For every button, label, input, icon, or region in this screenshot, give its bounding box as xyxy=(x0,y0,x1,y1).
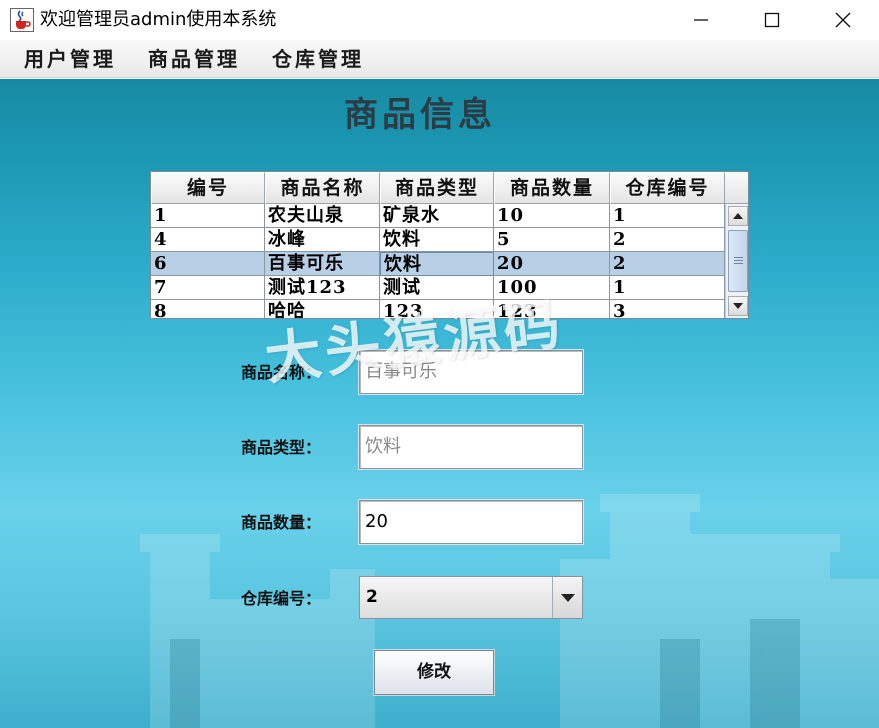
maximize-icon xyxy=(764,12,780,28)
table-cell[interactable]: 1 xyxy=(610,276,725,300)
table-cell-focused[interactable]: 饮料 xyxy=(380,252,494,276)
window-title: 欢迎管理员admin使用本系统 xyxy=(40,9,277,30)
table-cell[interactable]: 测试 xyxy=(380,276,494,300)
product-quantity-field[interactable]: 20 xyxy=(359,500,583,544)
scroll-up-button[interactable] xyxy=(728,206,748,226)
product-type-label: 商品类型： xyxy=(241,438,322,457)
title-bar: 欢迎管理员admin使用本系统 xyxy=(0,0,879,40)
menu-product-management[interactable]: 商品管理 xyxy=(148,46,240,72)
page-heading: 商品信息 xyxy=(344,95,496,135)
column-header-warehouse[interactable]: 仓库编号 xyxy=(610,172,725,204)
table-cell[interactable]: 1 xyxy=(151,204,265,228)
table-cell[interactable]: 冰峰 xyxy=(265,228,380,252)
menu-bar: 用户管理 商品管理 仓库管理 xyxy=(0,40,879,78)
table-cell[interactable]: 7 xyxy=(151,276,265,300)
table-cell[interactable]: 4 xyxy=(151,228,265,252)
table-cell[interactable]: 6 xyxy=(151,252,265,276)
maximize-button[interactable] xyxy=(742,0,802,40)
table-body: 1 农夫山泉 矿泉水 10 1 4 冰峰 饮料 5 2 6 百事可乐 饮料 20… xyxy=(151,204,725,318)
product-name-label: 商品名称： xyxy=(241,363,322,382)
close-button[interactable] xyxy=(813,0,873,40)
table-cell[interactable]: 8 xyxy=(151,300,265,318)
table-row-selected[interactable]: 6 百事可乐 饮料 20 2 xyxy=(151,252,725,276)
product-table: 编号 商品名称 商品类型 商品数量 仓库编号 1 农夫山泉 矿泉水 10 1 4… xyxy=(150,171,749,319)
table-header-corner xyxy=(725,172,748,204)
table-cell[interactable]: 百事可乐 xyxy=(265,252,380,276)
table-cell[interactable]: 测试123 xyxy=(265,276,380,300)
scroll-thumb[interactable] xyxy=(728,230,748,292)
table-row[interactable]: 8 哈哈 123 123 3 xyxy=(151,300,725,318)
column-header-id[interactable]: 编号 xyxy=(151,172,265,204)
modify-button[interactable]: 修改 xyxy=(374,650,494,695)
content-panel: 商品信息 编号 商品名称 商品类型 商品数量 仓库编号 1 农夫山泉 矿泉水 1… xyxy=(0,79,879,728)
menu-user-management[interactable]: 用户管理 xyxy=(24,46,116,72)
table-row[interactable]: 1 农夫山泉 矿泉水 10 1 xyxy=(151,204,725,228)
table-cell[interactable]: 3 xyxy=(610,300,725,318)
java-cup-icon xyxy=(10,8,34,32)
table-cell[interactable]: 饮料 xyxy=(380,228,494,252)
table-cell[interactable]: 5 xyxy=(494,228,610,252)
table-cell[interactable]: 123 xyxy=(494,300,610,318)
table-cell[interactable]: 20 xyxy=(494,252,610,276)
warehouse-id-value: 2 xyxy=(366,587,378,607)
menu-warehouse-management[interactable]: 仓库管理 xyxy=(272,46,364,72)
product-quantity-label: 商品数量： xyxy=(241,513,322,532)
product-type-field[interactable]: 饮料 xyxy=(359,425,583,469)
warehouse-id-label: 仓库编号： xyxy=(241,589,322,608)
table-cell[interactable]: 哈哈 xyxy=(265,300,380,318)
table-cell[interactable]: 100 xyxy=(494,276,610,300)
table-row[interactable]: 4 冰峰 饮料 5 2 xyxy=(151,228,725,252)
arrow-up-icon xyxy=(733,213,743,219)
column-header-type[interactable]: 商品类型 xyxy=(380,172,494,204)
column-header-quantity[interactable]: 商品数量 xyxy=(494,172,610,204)
warehouse-id-select[interactable]: 2 xyxy=(359,576,583,619)
chevron-down-icon xyxy=(560,593,575,602)
table-row[interactable]: 7 测试123 测试 100 1 xyxy=(151,276,725,300)
table-cell[interactable]: 2 xyxy=(610,252,725,276)
table-cell[interactable]: 2 xyxy=(610,228,725,252)
close-icon xyxy=(835,12,851,28)
table-header: 编号 商品名称 商品类型 商品数量 仓库编号 xyxy=(151,172,748,204)
table-cell[interactable]: 1 xyxy=(610,204,725,228)
dropdown-button[interactable] xyxy=(552,577,582,618)
minimize-icon xyxy=(694,19,708,21)
column-header-name[interactable]: 商品名称 xyxy=(265,172,380,204)
table-cell[interactable]: 10 xyxy=(494,204,610,228)
table-scrollbar[interactable] xyxy=(725,204,748,318)
scroll-down-button[interactable] xyxy=(728,296,748,316)
minimize-button[interactable] xyxy=(671,0,731,40)
product-name-field[interactable]: 百事可乐 xyxy=(359,350,583,394)
table-cell[interactable]: 123 xyxy=(380,300,494,318)
table-cell[interactable]: 农夫山泉 xyxy=(265,204,380,228)
arrow-down-icon xyxy=(733,303,743,309)
table-cell[interactable]: 矿泉水 xyxy=(380,204,494,228)
